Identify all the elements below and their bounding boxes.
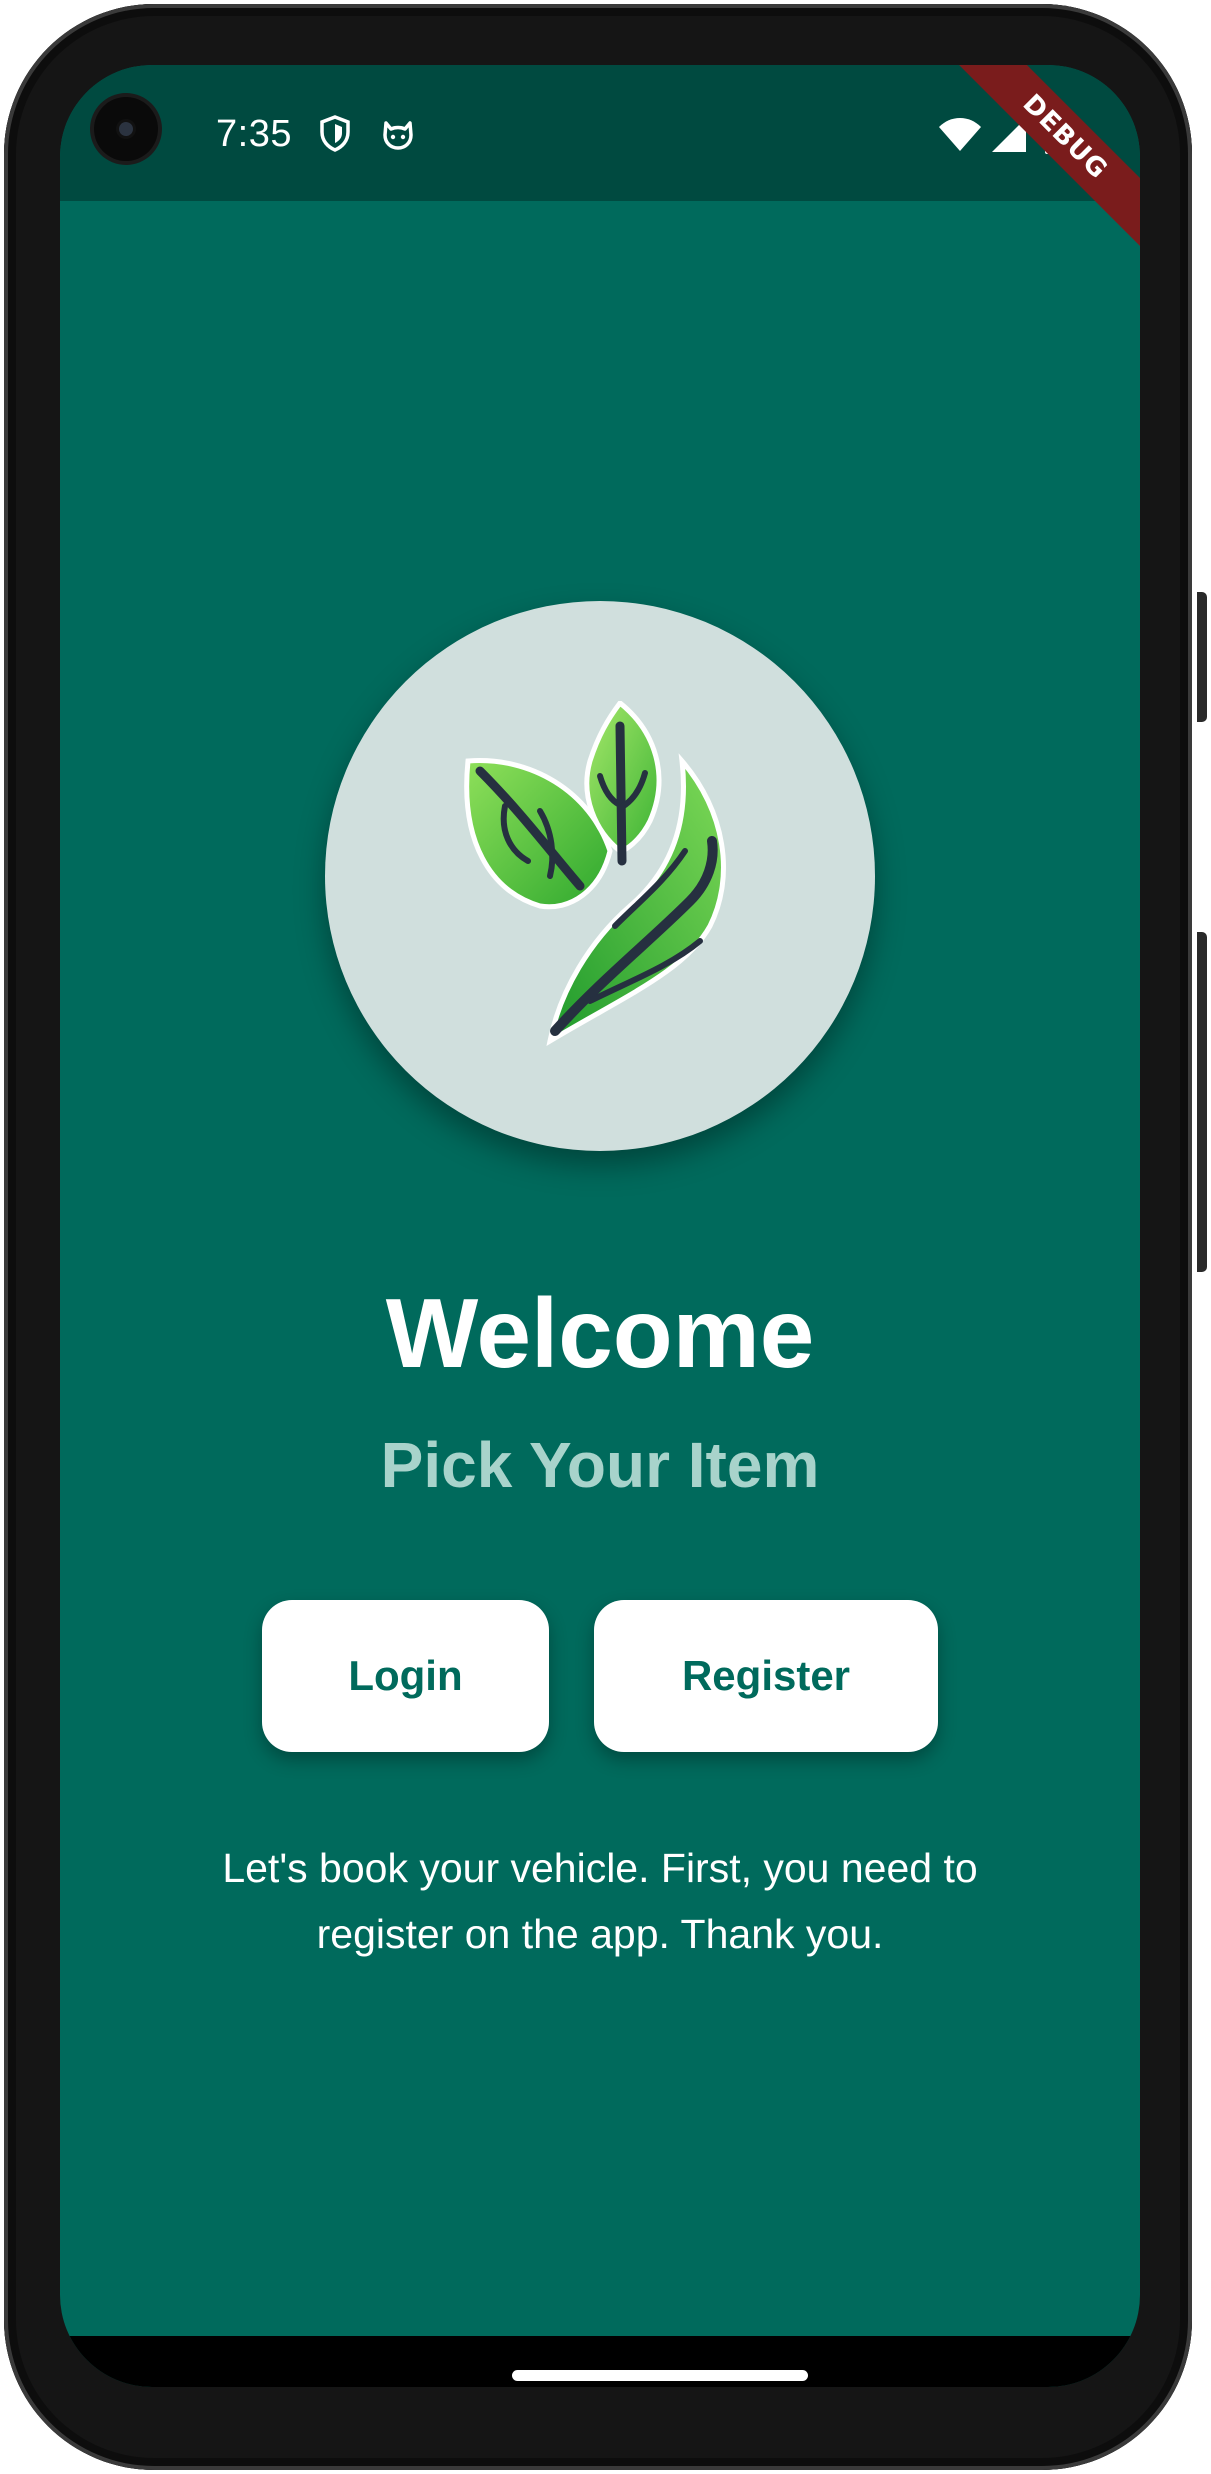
pick-item-subtitle: Pick Your Item — [380, 1429, 820, 1501]
home-indicator[interactable] — [512, 2370, 808, 2381]
front-camera — [94, 97, 158, 161]
app-screen: 7:35 DEBUG Welcome Pick Your Item Login … — [60, 65, 1140, 2387]
register-button[interactable]: Register — [594, 1600, 938, 1752]
wifi-icon — [939, 118, 981, 151]
shield-icon — [320, 115, 350, 152]
debug-banner: DEBUG — [945, 65, 1140, 257]
volume-rocker — [1197, 932, 1207, 1272]
status-bar: 7:35 DEBUG — [60, 65, 1140, 257]
login-button[interactable]: Login — [262, 1600, 549, 1752]
app-logo — [325, 601, 875, 1151]
power-button — [1197, 592, 1207, 722]
status-time: 7:35 — [216, 113, 292, 155]
leaves-logo-icon — [464, 701, 726, 1047]
cat-face-icon — [383, 121, 413, 150]
intro-description: Let's book your vehicle. First, you need… — [222, 1845, 978, 1957]
welcome-title: Welcome — [385, 1278, 815, 1388]
